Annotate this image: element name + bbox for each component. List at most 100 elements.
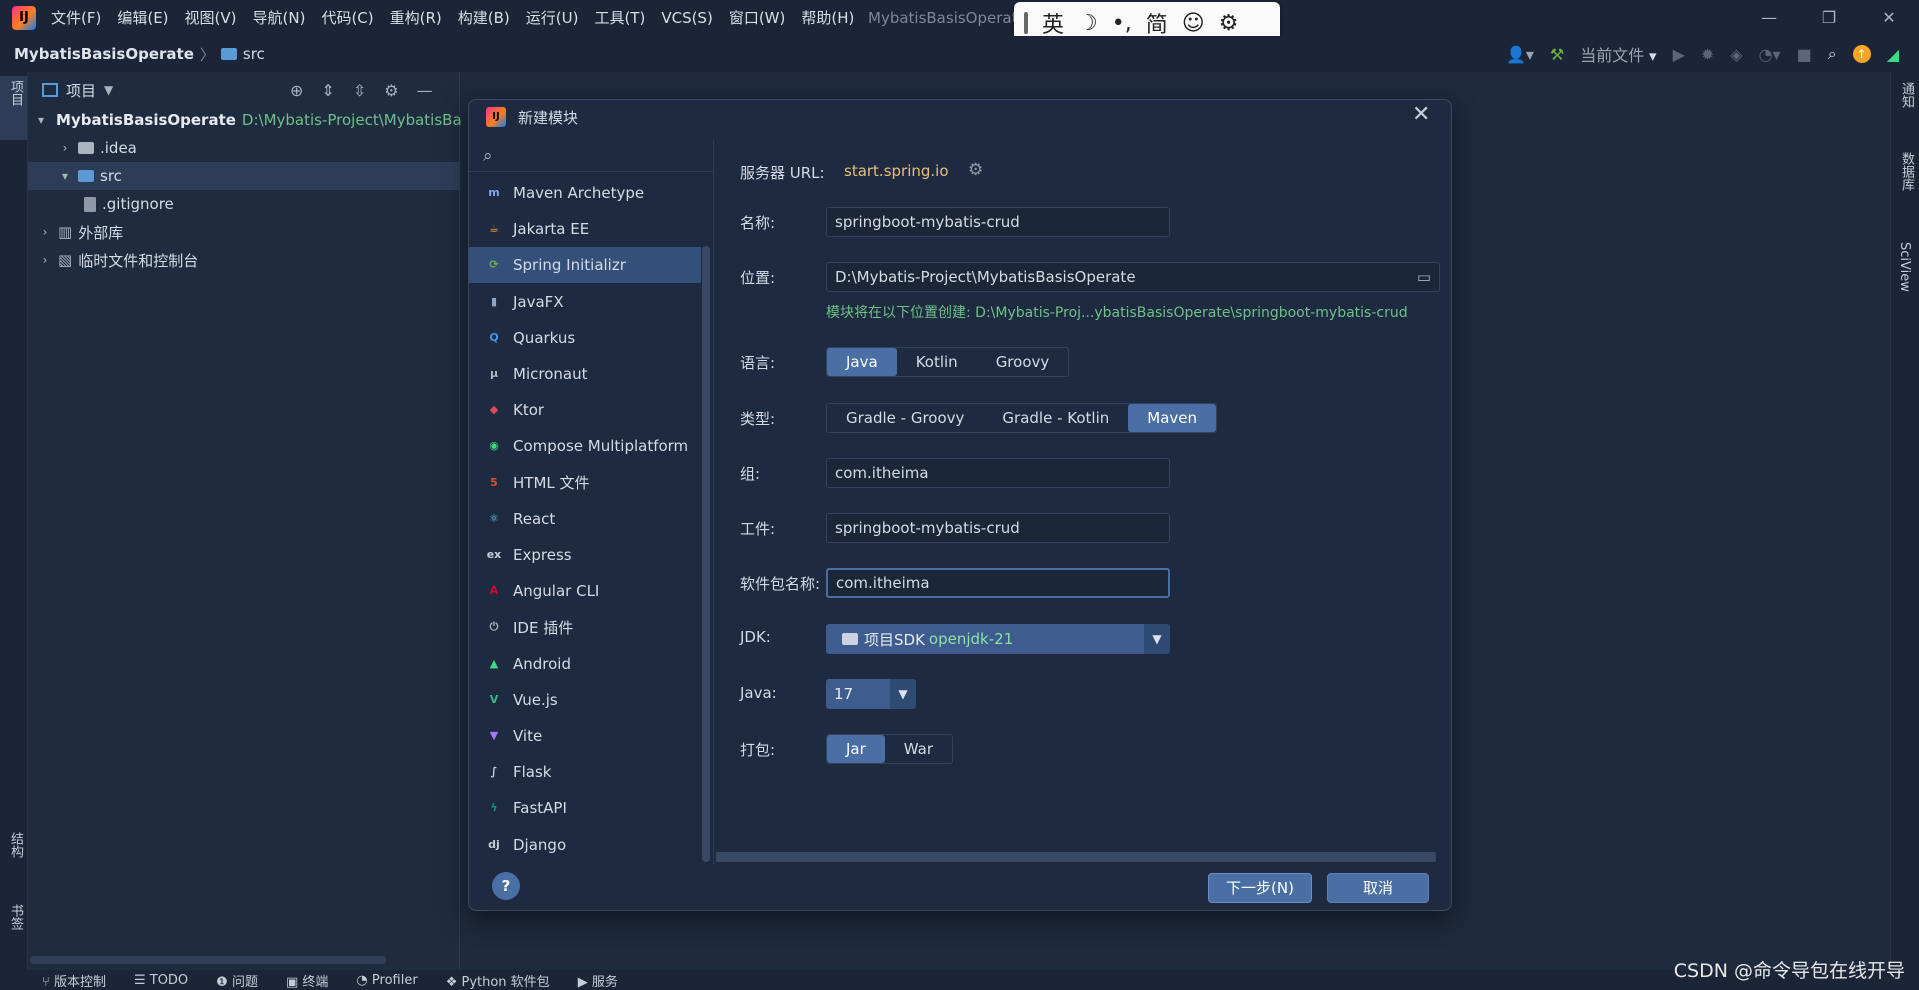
name-input[interactable]: springboot-mybatis-crud — [826, 207, 1170, 237]
menu-item[interactable]: 导航(N) — [250, 0, 309, 36]
stop-icon[interactable]: ■ — [1797, 45, 1812, 64]
locate-icon[interactable]: ⊕ — [290, 81, 303, 100]
type-option-maven[interactable]: Maven — [1128, 404, 1217, 432]
chevron-down-icon[interactable]: ▼ — [890, 679, 916, 709]
chevron-right-icon[interactable]: › — [38, 225, 52, 239]
generator-item[interactable]: m Maven Archetype — [469, 175, 701, 211]
tree-item-idea[interactable]: › .idea — [28, 134, 460, 162]
generator-item[interactable]: ▮ JavaFX — [469, 284, 701, 320]
profile-icon[interactable]: ◔▾ — [1759, 45, 1781, 64]
close-icon[interactable]: ✕ — [1412, 102, 1430, 127]
chevron-down-icon[interactable]: ▾ — [38, 113, 44, 127]
menu-item[interactable]: 编辑(E) — [114, 0, 171, 36]
tree-item-gitignore[interactable]: .gitignore — [28, 190, 460, 218]
generator-item[interactable]: 5 HTML 文件 — [469, 465, 701, 501]
intellij-logo-icon[interactable]: IJ — [12, 6, 36, 30]
close-window-icon[interactable]: ✕ — [1859, 0, 1919, 36]
language-option-java[interactable]: Java — [827, 348, 897, 376]
jdk-select[interactable]: 项目SDK openjdk-21 ▼ — [826, 624, 1170, 654]
bookmarks-tool-tab[interactable]: 书签 — [6, 904, 25, 934]
settings-gear-icon[interactable]: ⚙ — [384, 81, 398, 100]
generator-item[interactable]: μ Micronaut — [469, 356, 701, 392]
generator-item[interactable]: ⏻ IDE 插件 — [469, 609, 701, 645]
status-tool-tab[interactable]: ⑂ 版本控制 — [42, 971, 106, 990]
status-tool-tab[interactable]: ◔ Profiler — [356, 973, 417, 988]
generator-item[interactable]: ⚛ React — [469, 501, 701, 537]
debug-icon[interactable]: ✹ — [1701, 45, 1714, 64]
hide-panel-icon[interactable]: — — [417, 81, 433, 100]
project-panel-title[interactable]: 项目 — [66, 80, 96, 101]
menu-item[interactable]: 构建(B) — [455, 0, 513, 36]
tree-item-scratches[interactable]: › ▧ 临时文件和控制台 — [28, 246, 460, 274]
tree-item-root[interactable]: ▾ MybatisBasisOperate D:\Mybatis-Project… — [28, 106, 462, 134]
browse-folder-icon[interactable]: ▭ — [1417, 263, 1431, 291]
status-tool-tab[interactable]: ▣ 终端 — [286, 971, 328, 990]
menu-item[interactable]: 文件(F) — [48, 0, 104, 36]
generator-item[interactable]: Q Quarkus — [469, 320, 701, 356]
next-button[interactable]: 下一步(N) — [1208, 873, 1312, 903]
location-input[interactable]: D:\Mybatis-Project\MybatisBasisOperate ▭ — [826, 262, 1440, 292]
punctuation-icon[interactable]: •, — [1112, 11, 1132, 36]
language-option-kotlin[interactable]: Kotlin — [897, 348, 977, 376]
menu-item[interactable]: 视图(V) — [182, 0, 240, 36]
form-horizontal-scrollbar[interactable] — [716, 852, 1436, 862]
ime-settings-icon[interactable]: ⚙ — [1219, 11, 1239, 36]
chevron-right-icon[interactable]: › — [38, 253, 52, 267]
horizontal-scrollbar[interactable] — [30, 956, 386, 964]
status-tool-tab[interactable]: ❶ 问题 — [216, 971, 258, 990]
artifact-input[interactable]: springboot-mybatis-crud — [826, 513, 1170, 543]
notifications-tool-tab[interactable]: 通知 — [1897, 82, 1916, 112]
user-icon[interactable]: 👤▾ — [1506, 45, 1534, 64]
generator-list-scrollbar[interactable] — [702, 246, 710, 862]
coverage-icon[interactable]: ◈ — [1730, 45, 1742, 64]
generator-item[interactable]: A Angular CLI — [469, 573, 701, 609]
toolbox-icon[interactable]: ◢ — [1887, 45, 1899, 64]
cancel-button[interactable]: 取消 — [1327, 873, 1429, 903]
packaging-option-jar[interactable]: Jar — [827, 735, 885, 763]
generator-item[interactable]: ◆ Ktor — [469, 392, 701, 428]
run-icon[interactable]: ▶ — [1673, 45, 1685, 64]
menu-item[interactable]: 帮助(H) — [798, 0, 857, 36]
collapse-all-icon[interactable]: ⇳ — [353, 81, 366, 100]
status-tool-tab[interactable]: ☰ TODO — [134, 973, 188, 988]
update-icon[interactable]: ↑ — [1852, 45, 1871, 63]
chevron-down-icon[interactable]: ▼ — [1144, 624, 1170, 654]
generator-item[interactable]: V Vue.js — [469, 682, 701, 718]
server-url-link[interactable]: start.spring.io — [844, 162, 949, 180]
expand-all-icon[interactable]: ⇕ — [321, 81, 334, 100]
chevron-down-icon[interactable]: ▼ — [104, 83, 113, 97]
build-hammer-icon[interactable]: ⚒ — [1550, 45, 1564, 64]
generator-item[interactable]: ∫ Flask — [469, 754, 701, 790]
language-option-groovy[interactable]: Groovy — [977, 348, 1069, 376]
generator-item[interactable]: ☕ Jakarta EE — [469, 211, 701, 247]
run-config-select[interactable]: 当前文件 ▾ — [1580, 42, 1656, 66]
generator-item[interactable]: ⟳ Spring Initializr — [469, 247, 701, 284]
menu-item[interactable]: 工具(T) — [591, 0, 648, 36]
menu-item[interactable]: 窗口(W) — [726, 0, 789, 36]
generator-item[interactable]: ex Express — [469, 537, 701, 573]
group-input[interactable]: com.itheima — [826, 458, 1170, 488]
sciview-tool-tab[interactable]: SciView — [1897, 242, 1912, 296]
type-option-gradle-groovy[interactable]: Gradle - Groovy — [827, 404, 983, 432]
type-option-gradle-kotlin[interactable]: Gradle - Kotlin — [983, 404, 1128, 432]
structure-tool-tab[interactable]: 结构 — [6, 832, 25, 862]
java-version-select[interactable]: 17 ▼ — [826, 679, 916, 709]
tree-item-external-libs[interactable]: › ▥ 外部库 — [28, 218, 460, 246]
menu-item[interactable]: 运行(U) — [523, 0, 582, 36]
breadcrumb-folder[interactable]: src — [243, 45, 265, 63]
generator-item[interactable]: ϟ FastAPI — [469, 790, 701, 826]
generator-search[interactable]: ⌕ — [469, 140, 714, 172]
generator-item[interactable]: ▲ Android — [469, 646, 701, 682]
database-tool-tab[interactable]: 数据库 — [1897, 152, 1916, 195]
ime-handle-icon[interactable] — [1024, 12, 1028, 34]
restore-icon[interactable]: ❐ — [1799, 0, 1859, 36]
server-settings-gear-icon[interactable]: ⚙ — [968, 160, 983, 180]
breadcrumb-project[interactable]: MybatisBasisOperate — [14, 45, 194, 63]
package-name-input[interactable]: com.itheima — [826, 568, 1170, 598]
search-everywhere-icon[interactable]: ⌕ — [1828, 44, 1837, 64]
emoji-icon[interactable]: ☺ — [1182, 11, 1205, 36]
help-button[interactable]: ? — [492, 872, 520, 900]
moon-icon[interactable]: ☽ — [1078, 11, 1098, 36]
minimize-icon[interactable]: — — [1739, 0, 1799, 36]
generator-item[interactable]: ▼ Vite — [469, 718, 701, 754]
